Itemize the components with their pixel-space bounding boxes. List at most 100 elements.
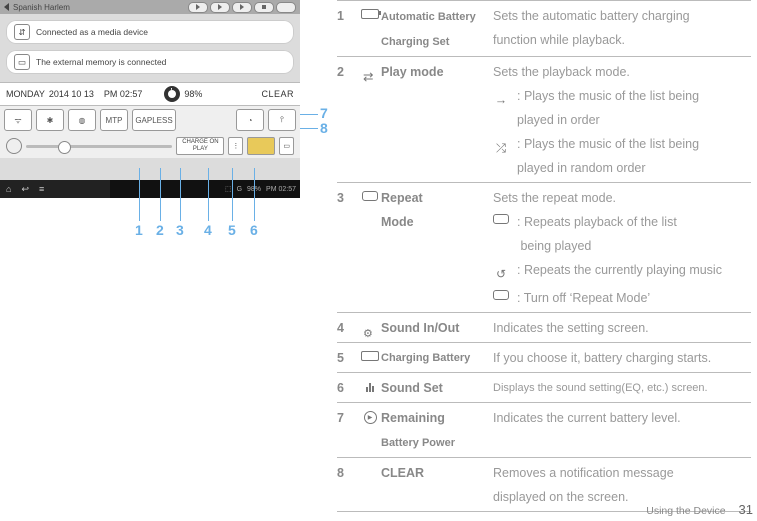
row-desc: If you choose it, battery charging start… bbox=[493, 346, 751, 370]
leader-1v bbox=[139, 168, 140, 221]
page-footer: Using the Device 31 bbox=[646, 502, 753, 517]
desc-line: displayed on the screen. bbox=[493, 490, 629, 504]
row-label: Play mode bbox=[381, 60, 493, 180]
row-label: Remaining Battery Power bbox=[381, 406, 493, 455]
desc-line: : Plays the music of the list being bbox=[517, 89, 699, 103]
notice-media: ⇵ Connected as a media device bbox=[6, 20, 294, 44]
android-navbar: ⌂ ↩ ≡ bbox=[0, 180, 122, 198]
device-screenshot: Spanish Harlem ⇵ Connected as a media de… bbox=[0, 0, 300, 198]
row-num: 5 bbox=[337, 346, 359, 370]
row-label: Sound Set bbox=[381, 376, 493, 400]
callout-num-1: 1 bbox=[135, 222, 143, 238]
row-num: 4 bbox=[337, 316, 359, 340]
charging-battery-icon bbox=[359, 346, 381, 370]
desc-line: Sets the playback mode. bbox=[493, 65, 630, 79]
brightness-icon bbox=[6, 138, 22, 154]
desc-line: : Repeats the currently playing music bbox=[517, 258, 751, 286]
bs-time: PM 02:57 bbox=[266, 186, 296, 193]
desc-line: Removes a notification message bbox=[493, 466, 674, 480]
notice-text: Connected as a media device bbox=[36, 27, 148, 37]
brightness-slider bbox=[26, 145, 172, 148]
row-label: Sound In/Out bbox=[381, 316, 493, 340]
info-bar: MONDAY 2014 10 13 PM 02:57 98% CLEAR bbox=[0, 82, 300, 106]
equalizer-icon bbox=[359, 376, 381, 400]
bluetooth-icon: ✱ bbox=[36, 109, 64, 131]
wifi-icon: ᯤ bbox=[4, 109, 32, 131]
no-icon bbox=[359, 461, 381, 509]
globe-icon: ◍ bbox=[68, 109, 96, 131]
repeat-icon bbox=[359, 186, 381, 310]
battery-pct: 98% bbox=[184, 89, 202, 99]
desc-line: : Turn off ‘Repeat Mode’ bbox=[517, 286, 751, 310]
label-line: Remaining bbox=[381, 411, 445, 425]
leader-6v bbox=[254, 168, 255, 221]
row-desc: Indicates the current battery level. bbox=[493, 406, 751, 455]
transport-controls bbox=[188, 2, 296, 13]
battery-icon bbox=[164, 86, 180, 102]
desc-line: played in random order bbox=[517, 161, 646, 175]
clock-icon: ◔ bbox=[236, 109, 264, 131]
row-desc: Sets the repeat mode. : Repeats playback… bbox=[493, 186, 751, 310]
table-row: 1 Automatic Battery Charging Set Sets th… bbox=[337, 0, 751, 56]
repeat-all-icon bbox=[493, 210, 509, 258]
eq-icon: ⫯ bbox=[268, 109, 296, 131]
sd-icon: ▭ bbox=[14, 54, 30, 70]
page-number: 31 bbox=[739, 502, 753, 517]
gear-icon bbox=[359, 316, 381, 340]
table-row: 4 Sound In/Out Indicates the setting scr… bbox=[337, 312, 751, 342]
label-line: Mode bbox=[381, 215, 414, 229]
desc-line: being played bbox=[520, 239, 591, 253]
label-line: Automatic Battery bbox=[381, 11, 476, 23]
callout-num-3: 3 bbox=[176, 222, 184, 238]
toggles-row: ᯤ ✱ ◍ MTP GAPLESS ◔ ⫯ bbox=[0, 106, 300, 134]
table-row: 3 Repeat Mode Sets the repeat mode. : Re… bbox=[337, 182, 751, 312]
row-desc: Sets the automatic battery charging func… bbox=[493, 4, 751, 54]
bs-icon: ⬚ bbox=[225, 185, 232, 193]
label-line: Charging Set bbox=[381, 36, 449, 48]
time-label: PM 02:57 bbox=[104, 89, 143, 99]
table-row: 6 Sound Set Displays the sound setting(E… bbox=[337, 372, 751, 402]
desc-line: function while playback. bbox=[493, 33, 625, 47]
desc-line: : Repeats playback of the list bbox=[517, 215, 677, 229]
leader-8 bbox=[300, 128, 318, 129]
section-name: Using the Device bbox=[646, 505, 725, 517]
notice-memory: ▭ The external memory is connected bbox=[6, 50, 294, 74]
row-desc: Displays the sound setting(EQ, etc.) scr… bbox=[493, 376, 751, 400]
bs-net-icon: G bbox=[237, 186, 242, 193]
leader-3v bbox=[180, 168, 181, 221]
table-row: 5 Charging Battery If you choose it, bat… bbox=[337, 342, 751, 372]
usb-icon: ⇵ bbox=[14, 24, 30, 40]
clear-label: CLEAR bbox=[261, 89, 294, 99]
row-label: Charging Battery bbox=[381, 346, 493, 370]
auto-battery-icon bbox=[359, 4, 381, 54]
repeat-off-icon bbox=[493, 286, 509, 310]
row-label: CLEAR bbox=[381, 461, 493, 509]
repeat-one-icon bbox=[493, 258, 509, 286]
gapless-chip: GAPLESS bbox=[132, 109, 176, 131]
shuffle-icon bbox=[359, 60, 381, 180]
table-row: 2 Play mode Sets the playback mode. : Pl… bbox=[337, 56, 751, 182]
row-desc: Indicates the setting screen. bbox=[493, 316, 751, 340]
slider-row: CHARGE ON PLAY ⋮ ▭ bbox=[0, 134, 300, 158]
shuffle2-icon bbox=[493, 132, 509, 180]
callout-num-5: 5 bbox=[228, 222, 236, 238]
desc-line: : Plays the music of the list being bbox=[517, 137, 699, 151]
leader-7 bbox=[300, 114, 318, 115]
callout-num-2: 2 bbox=[156, 222, 164, 238]
desc-line: Sets the repeat mode. bbox=[493, 191, 616, 205]
chip-small: ▭ bbox=[279, 137, 294, 155]
row-num: 3 bbox=[337, 186, 359, 310]
row-label: Automatic Battery Charging Set bbox=[381, 4, 493, 54]
callout-num-6: 6 bbox=[250, 222, 258, 238]
stop-icon bbox=[254, 2, 274, 13]
row-num: 7 bbox=[337, 406, 359, 455]
prev-icon bbox=[188, 2, 208, 13]
charge-chip: CHARGE ON PLAY bbox=[176, 137, 224, 155]
back-nav-icon: ↩ bbox=[21, 184, 29, 195]
feature-table-area: 1 Automatic Battery Charging Set Sets th… bbox=[337, 0, 757, 521]
day-label: MONDAY bbox=[6, 89, 45, 99]
label-line: Repeat bbox=[381, 191, 423, 205]
arrow-right-icon bbox=[493, 84, 509, 132]
row-num: 6 bbox=[337, 376, 359, 400]
callout-num-8: 8 bbox=[320, 120, 328, 136]
